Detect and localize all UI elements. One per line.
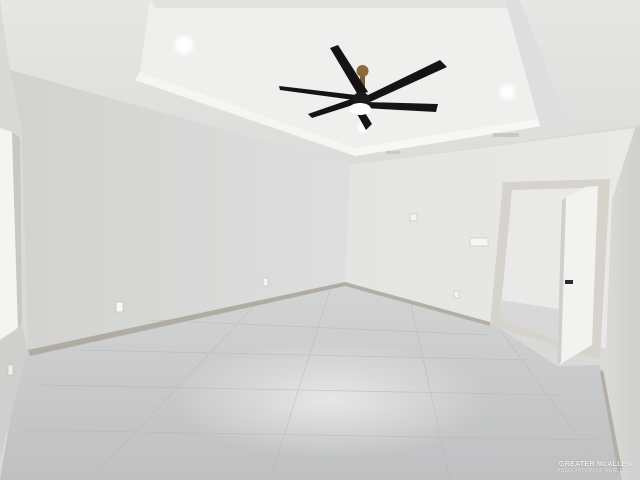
tray-inner-soffit [150, 0, 508, 8]
light-switch [469, 237, 489, 247]
recessed-light [179, 40, 189, 50]
outlet [7, 364, 14, 376]
thermostat [409, 213, 418, 222]
outlet [262, 277, 269, 287]
door-handle [565, 280, 573, 284]
outlet [453, 290, 460, 299]
outlet [115, 301, 124, 313]
watermark-line-1: GREATER McALLEN [558, 461, 633, 468]
fan-canopy [356, 65, 369, 77]
room-photo [0, 0, 640, 480]
listing-watermark: GREATER McALLEN ASSOCIATION OF REALTORS [557, 461, 634, 474]
air-vent [493, 133, 519, 137]
air-vent [386, 151, 400, 154]
recessed-light [503, 88, 511, 96]
watermark-line-2: ASSOCIATION OF REALTORS [557, 468, 634, 474]
fan-light [349, 103, 371, 115]
